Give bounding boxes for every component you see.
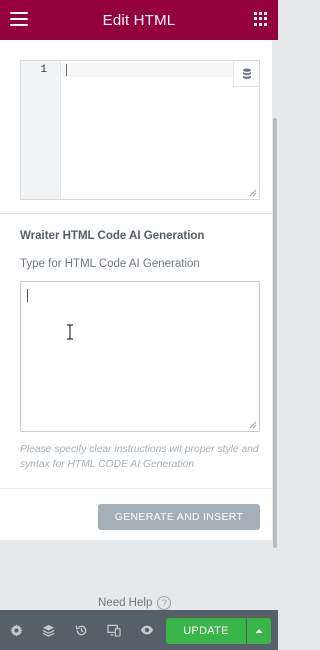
line-number-gutter: 1 [21,61,61,199]
ai-section-title: Wraiter HTML Code AI Generation [20,230,205,242]
panel-header: Edit HTML [0,0,278,40]
code-caret [66,64,67,76]
prompt-field-label: Type for HTML Code AI Generation [20,258,200,270]
resize-handle-icon[interactable] [249,421,257,429]
prompt-hint-text: Please specify clear instructions wit pr… [20,444,259,470]
section-divider [0,213,272,214]
caret-up-icon [255,629,263,633]
active-line-highlight [62,63,259,77]
need-help-label: Need Help [98,597,153,609]
navigator-layers-icon[interactable] [38,620,58,640]
preview-eye-icon[interactable] [137,620,157,640]
panel-title: Edit HTML [102,11,176,29]
database-icon [242,68,251,79]
question-circle-icon: ? [157,596,172,610]
generate-and-insert-button[interactable]: GENERATE AND INSERT [98,504,260,530]
update-options-button[interactable] [247,618,271,644]
line-number: 1 [40,64,47,76]
dynamic-tags-button[interactable] [233,61,259,87]
update-button[interactable]: UPDATE [166,618,246,644]
settings-icon[interactable] [6,620,26,640]
section-divider [0,488,272,489]
code-input-area[interactable] [62,61,259,199]
resize-handle-icon[interactable] [249,189,257,197]
panel-footer: UPDATE [0,610,278,650]
widgets-grid-icon[interactable] [254,12,268,26]
hamburger-menu-icon[interactable] [10,12,28,27]
text-cursor-icon [67,324,73,340]
responsive-mode-icon[interactable] [104,620,124,640]
text-caret [27,289,28,302]
ai-prompt-textarea[interactable] [20,281,260,432]
html-code-editor[interactable]: 1 [20,60,260,200]
scrollbar-thumb[interactable] [273,118,277,548]
need-help-link[interactable]: Need Help ? [98,596,172,610]
history-icon[interactable] [71,620,91,640]
